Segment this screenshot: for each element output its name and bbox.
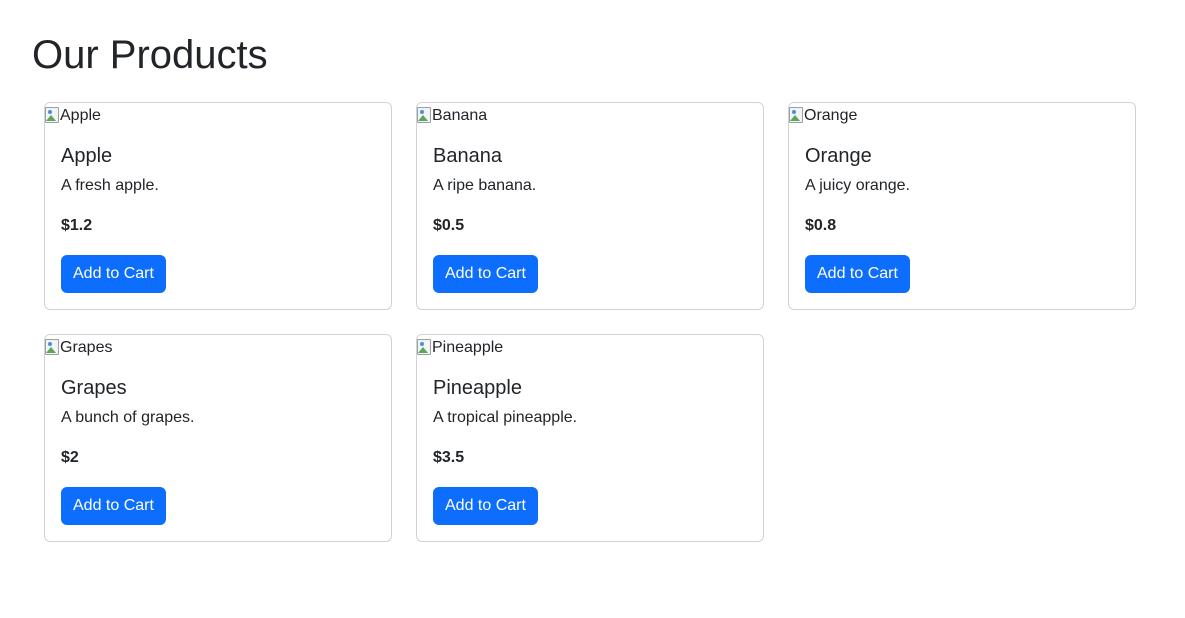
broken-image-icon	[417, 339, 431, 355]
add-to-cart-button[interactable]: Add to Cart	[433, 255, 538, 293]
product-description: A juicy orange.	[805, 177, 910, 194]
page: Our Products Apple Apple A fresh apple. …	[0, 0, 1185, 618]
product-price: $0.5	[433, 217, 465, 234]
broken-image-icon	[45, 339, 59, 355]
product-image-alt: Grapes	[60, 339, 113, 356]
product-name: Orange	[805, 145, 872, 167]
add-to-cart-button[interactable]: Add to Cart	[433, 487, 538, 525]
product-image: Pineapple	[417, 335, 503, 361]
card-body: Orange A juicy orange. $0.8	[805, 143, 1119, 237]
product-image: Grapes	[45, 335, 112, 361]
broken-image-icon	[417, 107, 431, 123]
product-grid: Apple Apple A fresh apple. $1.2 Add to C…	[44, 102, 1136, 542]
product-image-alt: Banana	[432, 107, 488, 124]
product-name: Apple	[61, 145, 113, 167]
add-to-cart-button[interactable]: Add to Cart	[61, 255, 166, 293]
product-card-pineapple: Pineapple Pineapple A tropical pineapple…	[416, 334, 764, 542]
product-image-alt: Pineapple	[432, 339, 504, 356]
product-card-grapes: Grapes Grapes A bunch of grapes. $2 Add …	[44, 334, 392, 542]
add-to-cart-button[interactable]: Add to Cart	[61, 487, 166, 525]
product-price: $1.2	[61, 217, 93, 234]
product-image-alt: Orange	[804, 107, 858, 124]
product-description: A ripe banana.	[433, 177, 537, 194]
product-card-banana: Banana Banana A ripe banana. $0.5 Add to…	[416, 102, 764, 310]
broken-image-icon	[45, 107, 59, 123]
product-name: Banana	[433, 145, 502, 167]
product-image-alt: Apple	[60, 107, 101, 124]
card-body: Pineapple A tropical pineapple. $3.5	[433, 375, 747, 469]
product-image: Apple	[45, 103, 101, 129]
card-body: Grapes A bunch of grapes. $2	[61, 375, 375, 469]
product-price: $0.8	[805, 217, 837, 234]
product-name: Pineapple	[433, 377, 522, 399]
product-price: $2	[61, 449, 79, 466]
broken-image-icon	[789, 107, 803, 123]
card-body: Banana A ripe banana. $0.5	[433, 143, 747, 237]
add-to-cart-button[interactable]: Add to Cart	[805, 255, 910, 293]
product-image: Banana	[417, 103, 487, 129]
product-card-orange: Orange Orange A juicy orange. $0.8 Add t…	[788, 102, 1136, 310]
product-description: A tropical pineapple.	[433, 409, 578, 426]
product-description: A bunch of grapes.	[61, 409, 195, 426]
product-name: Grapes	[61, 377, 127, 399]
page-title: Our Products	[32, 33, 268, 77]
product-image: Orange	[789, 103, 857, 129]
product-card-apple: Apple Apple A fresh apple. $1.2 Add to C…	[44, 102, 392, 310]
product-description: A fresh apple.	[61, 177, 159, 194]
card-body: Apple A fresh apple. $1.2	[61, 143, 375, 237]
product-price: $3.5	[433, 449, 465, 466]
